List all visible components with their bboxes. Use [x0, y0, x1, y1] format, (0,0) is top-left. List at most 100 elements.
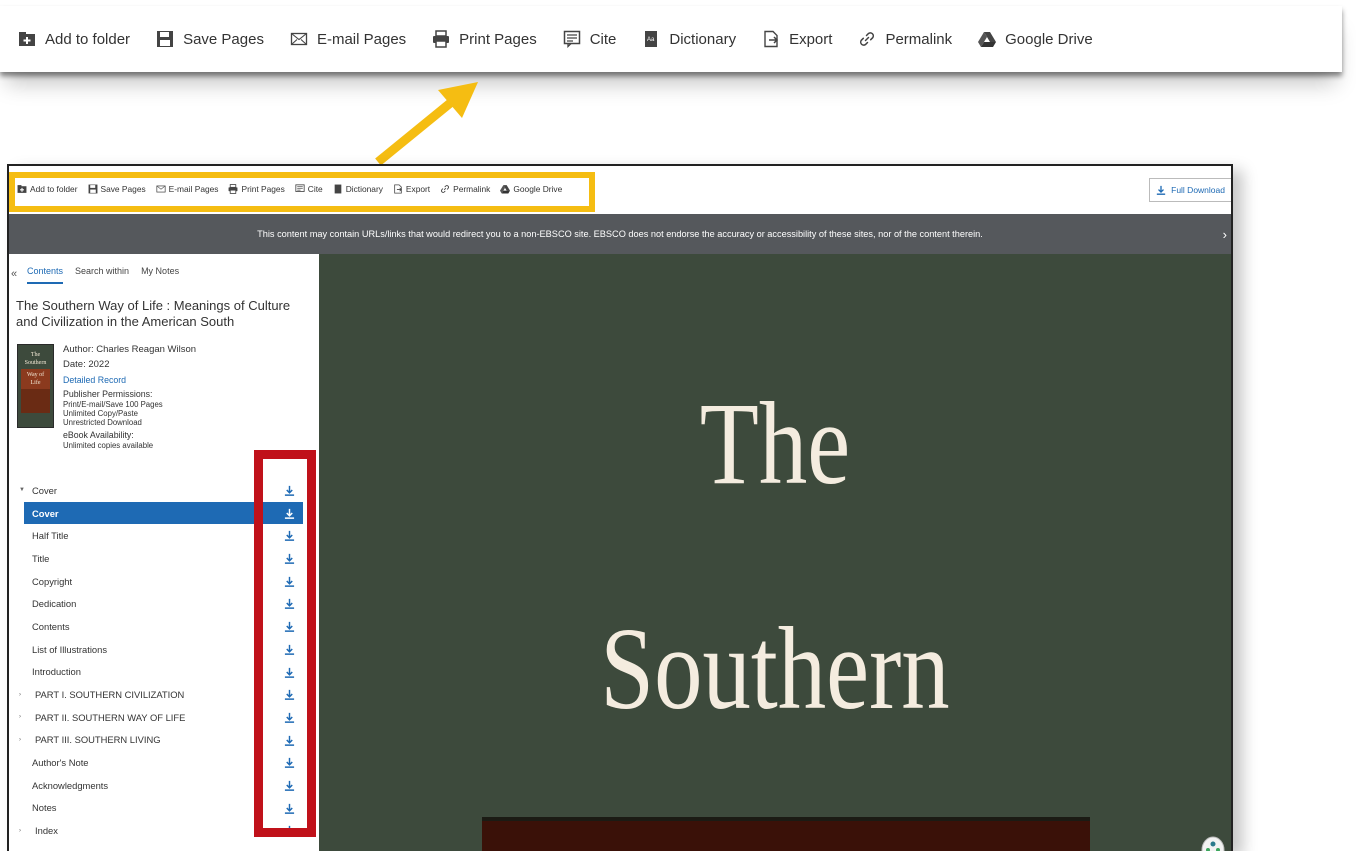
disclaimer-banner: This content may contain URLs/links that… [9, 214, 1231, 254]
toc-item[interactable]: Dedication [9, 592, 309, 615]
book-date: Date: 2022 [63, 359, 110, 370]
download-chapter-icon[interactable] [284, 530, 295, 542]
expand-arrow-icon[interactable]: › [19, 714, 21, 720]
toc-item-label: Title [32, 552, 50, 564]
add-to-folder-label: Add to folder [45, 30, 131, 48]
toc-item-label: Copyright [32, 575, 73, 587]
download-chapter-icon[interactable] [284, 825, 295, 837]
tab-contents[interactable]: Contents [27, 266, 64, 284]
download-chapter-icon[interactable] [284, 780, 295, 791]
google-drive-label: Google Drive [1005, 30, 1093, 48]
toc-item-label: PART II. SOUTHERN WAY OF LIFE [35, 711, 186, 723]
permission-item: Unrestricted Download [63, 418, 142, 427]
download-chapter-icon[interactable] [284, 508, 295, 519]
toc-item-label: PART I. SOUTHERN CIVILIZATION [35, 689, 185, 701]
cite-label: Cite [589, 30, 617, 48]
page-viewer: The Southern [319, 254, 1231, 851]
export-button[interactable]: Export [762, 30, 832, 48]
toc-item[interactable]: Copyright [9, 570, 309, 593]
toc-item[interactable]: Half Title [9, 524, 309, 547]
table-of-contents: ▼ Cover Cover Half Title Title Copyright Dedic… [9, 479, 309, 842]
zoomed-toolbar: Add to folder Save Pages E-mail Pages Pr… [0, 6, 1342, 72]
permalink-label: Permalink [885, 30, 953, 48]
toc-item-label: Contents [32, 620, 70, 632]
ebook-viewer-screenshot: Add to folder Save Pages E-mail Pages Pr… [7, 164, 1233, 851]
download-chapter-icon[interactable] [284, 803, 295, 814]
toc-item[interactable]: Contents [9, 615, 309, 638]
cite-button[interactable]: Cite [563, 30, 617, 48]
toc-item[interactable]: › PART I. SOUTHERN CIVILIZATION [9, 683, 309, 706]
export-icon [764, 30, 779, 48]
toc-item[interactable]: Author's Note [9, 751, 309, 774]
save-icon [157, 31, 174, 47]
toc-item-label: List of Illustrations [32, 643, 108, 655]
toolbar-highlight-box [9, 172, 595, 212]
email-pages-button[interactable]: E-mail Pages [290, 30, 406, 48]
download-chapter-icon[interactable] [284, 576, 295, 587]
svg-text:Aa: Aa [647, 37, 655, 43]
detailed-record-link[interactable]: Detailed Record [63, 375, 196, 386]
book-author: Author: Charles Reagan Wilson [63, 344, 197, 355]
print-pages-button[interactable]: Print Pages [432, 30, 537, 48]
download-chapter-icon[interactable] [284, 621, 295, 632]
cover-thumbnail[interactable]: The Southern Way of Life [17, 344, 54, 428]
download-chapter-icon[interactable] [284, 485, 295, 496]
expand-arrow-icon[interactable]: › [19, 828, 21, 834]
email-pages-label: E-mail Pages [316, 30, 407, 48]
toc-item[interactable]: Acknowledgments [9, 774, 309, 797]
save-pages-label: Save Pages [183, 30, 264, 48]
book-title: The Southern Way of Life : Meanings of C… [16, 298, 291, 329]
download-chapter-icon[interactable] [284, 757, 295, 769]
accessibility-widget-icon[interactable] [1201, 836, 1225, 851]
tab-search-within[interactable]: Search within [75, 266, 129, 284]
toc-item-label: Notes [32, 802, 57, 814]
download-chapter-icon[interactable] [284, 712, 295, 723]
google-drive-button[interactable]: Google Drive [978, 30, 1093, 48]
export-label: Export [789, 30, 833, 48]
toc-item[interactable]: Title [9, 547, 309, 570]
download-chapter-icon[interactable] [284, 735, 295, 746]
toc-item[interactable]: › PART II. SOUTHERN WAY OF LIFE [9, 706, 309, 729]
toc-item-label: PART III. SOUTHERN LIVING [35, 734, 161, 746]
email-icon [290, 32, 308, 46]
folder-add-icon [19, 32, 35, 46]
availability-value: Unlimited copies available [63, 441, 154, 450]
toc-item-label: Cover [32, 507, 59, 519]
thumb-text-4: Life [30, 380, 41, 386]
full-download-button[interactable]: Full Download [1149, 178, 1231, 202]
cover-graphic-block [482, 817, 1090, 851]
contents-sidebar: « Contents Search within My Notes The So… [9, 254, 319, 851]
download-chapter-icon[interactable] [284, 689, 295, 701]
thumb-text-1: The [30, 352, 41, 358]
dictionary-button[interactable]: Aa Dictionary [642, 30, 736, 48]
collapse-sidebar-button[interactable]: « [11, 268, 17, 280]
thumb-text-3: Way of [26, 372, 45, 378]
full-download-label: Full Download [1171, 185, 1225, 195]
tab-my-notes[interactable]: My Notes [141, 266, 179, 284]
toc-item[interactable]: Cover [24, 501, 303, 525]
toc-item-label: Cover [32, 484, 58, 496]
save-pages-button[interactable]: Save Pages [156, 30, 264, 48]
permalink-button[interactable]: Permalink [858, 30, 952, 48]
expand-arrow-icon[interactable]: › [19, 692, 21, 698]
toc-item[interactable]: › Index [9, 819, 309, 842]
toc-item[interactable]: Introduction [9, 661, 309, 684]
expand-arrow-icon[interactable]: › [19, 737, 21, 743]
toc-item[interactable]: List of Illustrations [9, 638, 309, 661]
disclaimer-text: This content may contain URLs/links that… [257, 229, 983, 239]
download-chapter-icon[interactable] [284, 598, 295, 610]
download-chapter-icon[interactable] [284, 644, 295, 655]
banner-close-button[interactable]: › [1223, 227, 1227, 242]
toc-item[interactable]: ▼ Cover [9, 479, 309, 502]
download-chapter-icon[interactable] [284, 667, 295, 678]
dictionary-label: Dictionary [669, 30, 737, 48]
add-to-folder-button[interactable]: Add to folder [18, 30, 130, 48]
download-chapter-icon[interactable] [284, 553, 295, 564]
permission-item: Unlimited Copy/Paste [63, 409, 138, 418]
dictionary-icon: Aa [645, 31, 658, 47]
toc-item-label: Half Title [32, 530, 69, 542]
toc-item[interactable]: › PART III. SOUTHERN LIVING [9, 729, 309, 752]
collapse-arrow-icon[interactable]: ▼ [19, 487, 25, 493]
permission-item: Print/E-mail/Save 100 Pages [63, 400, 163, 409]
toc-item[interactable]: Notes [9, 797, 309, 820]
